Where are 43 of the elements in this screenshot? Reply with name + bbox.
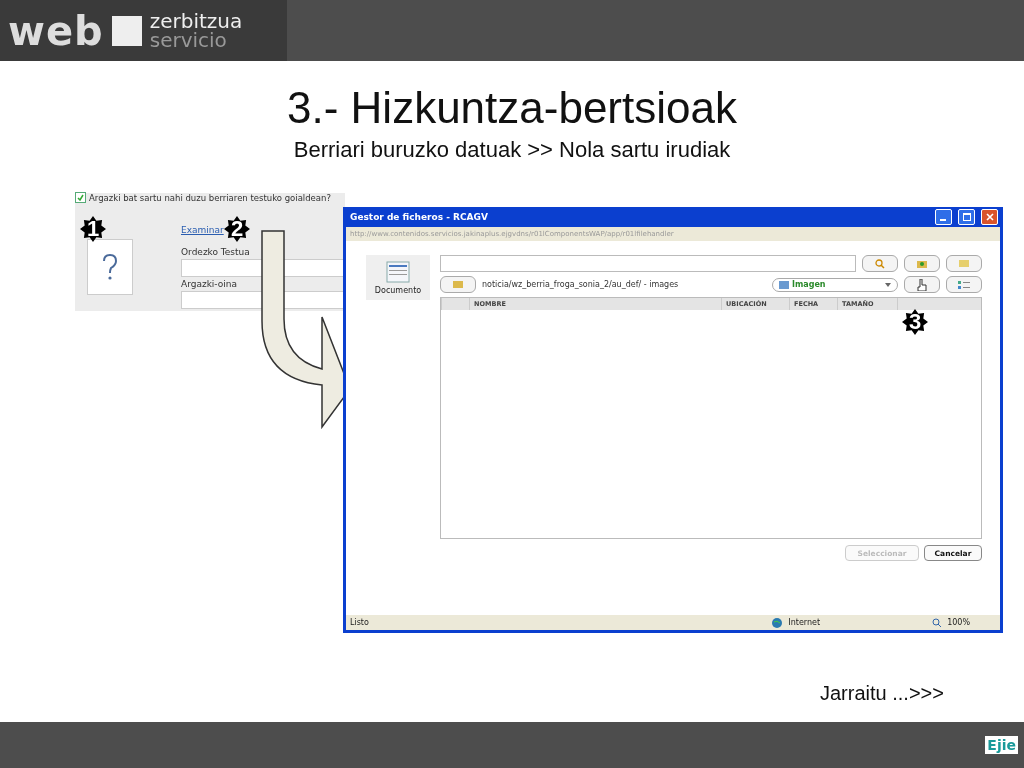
folder-path: noticia/wz_berria_froga_sonia_2/au_def/ - images	[482, 280, 680, 289]
maximize-button[interactable]	[958, 209, 975, 225]
search-button[interactable]	[862, 255, 898, 272]
close-button[interactable]	[981, 209, 998, 225]
zoom-level[interactable]: 100%	[947, 618, 970, 627]
view-button[interactable]	[946, 276, 982, 293]
upload-button[interactable]	[904, 255, 940, 272]
list-view-icon	[958, 280, 970, 289]
checkbox-label: Argazki bat sartu nahi duzu berriaren testuko goialdean?	[89, 192, 331, 203]
zone-text: Internet	[788, 618, 821, 627]
window-title: Gestor de ficheros - RCAGV	[350, 212, 488, 222]
new-folder-button[interactable]	[946, 255, 982, 272]
close-icon	[985, 213, 994, 221]
field-label: Ordezko Testua	[181, 247, 251, 257]
folder-up-button[interactable]	[440, 276, 476, 293]
folder-icon	[917, 258, 927, 269]
slide-title: 3.- Hizkuntza-bertsioak	[286, 83, 738, 133]
zoom-icon	[932, 618, 942, 627]
status-text: Listo	[350, 618, 369, 627]
footer-logo: Ejie	[985, 736, 1018, 754]
checkbox[interactable]	[75, 192, 86, 203]
search-field[interactable]	[440, 255, 856, 272]
logo-text: zerbitzua	[149, 11, 243, 31]
minimize-button[interactable]	[935, 209, 952, 225]
globe-icon	[772, 617, 783, 628]
square-icon	[111, 15, 142, 46]
sidebar-item[interactable]: Documento	[366, 255, 430, 300]
document-icon	[386, 260, 410, 283]
field-label: Argazki-oina	[181, 279, 238, 289]
question-document-icon	[87, 239, 133, 295]
image-icon	[779, 280, 789, 289]
folder-icon	[453, 280, 463, 289]
browse-link[interactable]: Examinar	[181, 225, 224, 235]
hand-pointer-icon	[917, 278, 927, 291]
search-icon	[875, 258, 885, 269]
folder-icon	[959, 259, 969, 268]
logo-text: servicio	[149, 30, 227, 50]
caret-icon	[885, 282, 891, 287]
maximize-icon	[962, 213, 971, 221]
next-link[interactable]: Jarraitu ...>>>	[820, 682, 944, 705]
slide-subtitle: Berriari buruzko datuak >> Nola sartu irudiak	[292, 137, 732, 163]
toolbar-button[interactable]	[904, 276, 940, 293]
logo-text: web	[8, 7, 104, 54]
